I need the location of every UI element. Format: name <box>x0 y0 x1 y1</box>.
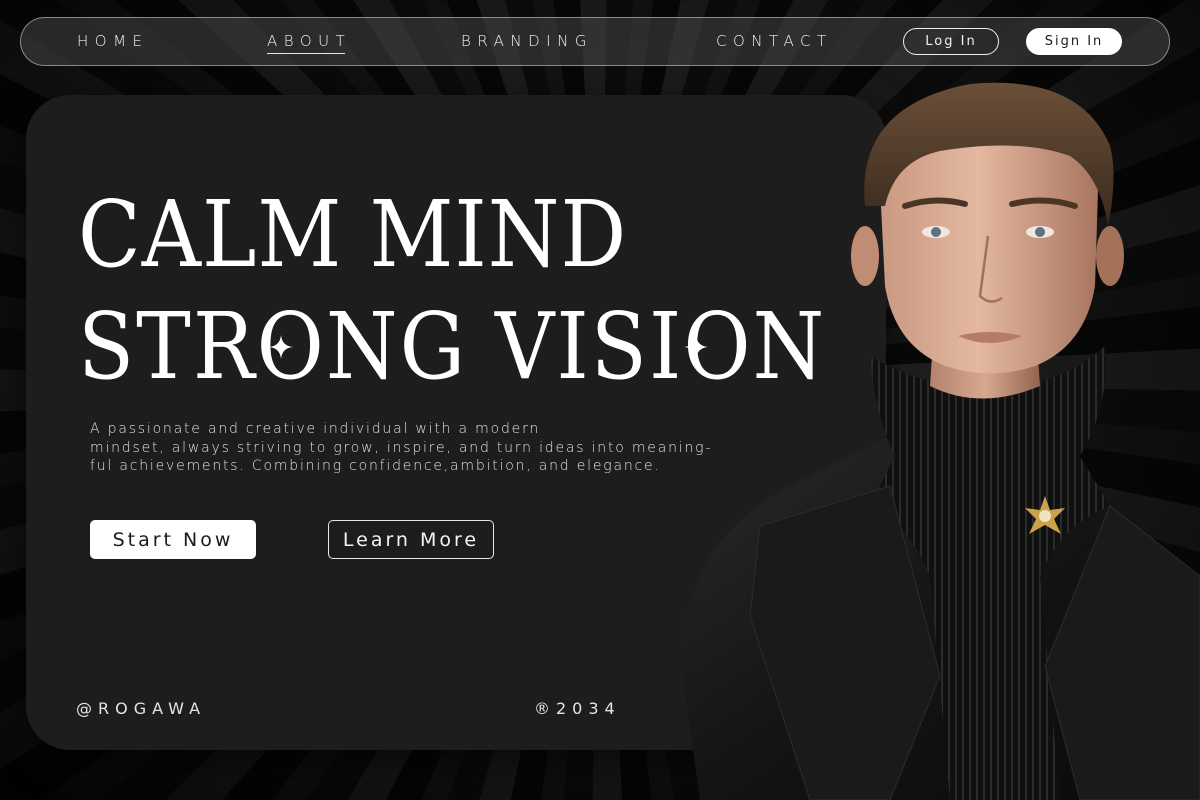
sparkle-icon <box>269 335 293 359</box>
nav-link-home[interactable]: HOME <box>77 32 149 50</box>
social-handle: @ROGAWA <box>76 699 207 718</box>
learn-more-button[interactable]: Learn More <box>328 520 494 559</box>
start-now-button[interactable]: Start Now <box>90 520 256 559</box>
description-line: mindset, always striving to grow, inspir… <box>90 439 713 456</box>
copyright-text: ®2034 <box>534 699 621 718</box>
sparkle-icon <box>684 335 708 359</box>
headline-line2: STRONG VISION <box>78 294 827 401</box>
hero-description: A passionate and creative individual wit… <box>90 420 780 476</box>
signin-button[interactable]: Sign In <box>1026 28 1122 55</box>
description-line: A passionate and creative individual wit… <box>90 421 541 437</box>
headline-line1: CALM MIND <box>78 182 628 289</box>
top-navbar: HOME ABOUT BRANDING CONTACT Log In Sign … <box>20 17 1170 66</box>
description-line: ful achievements. Combining confidence,a… <box>90 458 661 474</box>
nav-link-contact[interactable]: CONTACT <box>716 32 833 50</box>
nav-link-about[interactable]: ABOUT <box>267 32 351 54</box>
login-button[interactable]: Log In <box>903 28 999 55</box>
nav-link-branding[interactable]: BRANDING <box>461 32 593 50</box>
